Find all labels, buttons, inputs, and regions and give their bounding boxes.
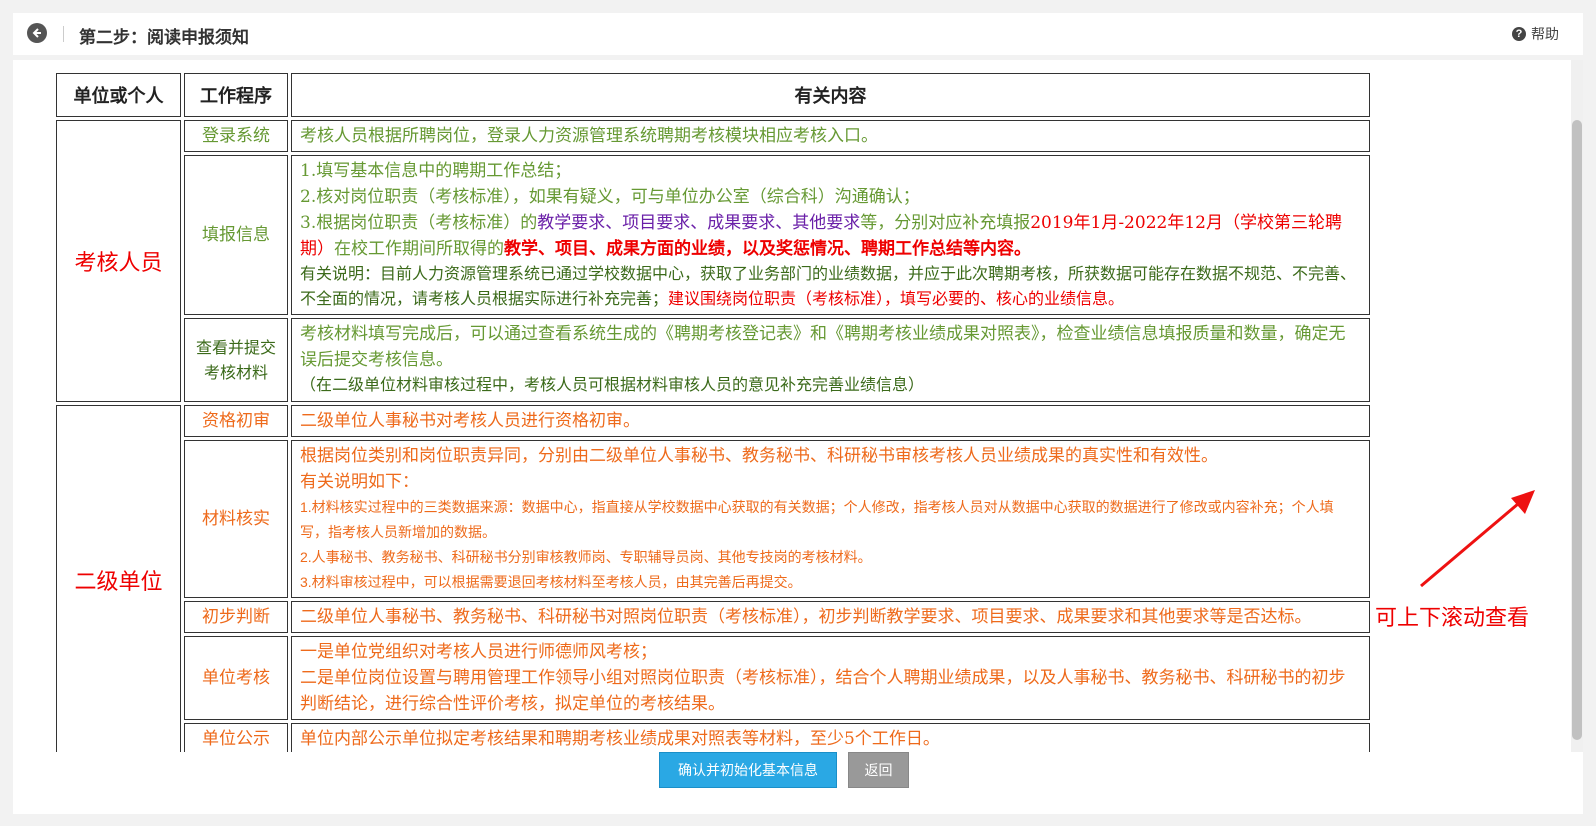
- content-cell: 一是单位党组织对考核人员进行师德师风考核； 二是单位岗位设置与聘用管理工作领导小…: [291, 636, 1370, 720]
- procedure-cell: 资格初审: [184, 405, 288, 437]
- content-cell: 二级单位人事秘书、教务秘书、科研秘书对照岗位职责（考核标准），初步判断教学要求、…: [291, 601, 1370, 633]
- group-label-unit: 二级单位: [56, 405, 181, 752]
- content-line: 3.材料审核过程中，可以根据需要退回考核材料至考核人员，由其完善后再提交。: [300, 574, 802, 590]
- table-header-row: 单位或个人 工作程序 有关内容: [56, 73, 1370, 117]
- question-circle-icon: ?: [1512, 27, 1526, 41]
- procedure-cell: 查看并提交考核材料: [184, 318, 288, 402]
- content-line: 1.填写基本信息中的聘期工作总结；: [300, 161, 572, 181]
- return-button[interactable]: 返回: [848, 752, 909, 788]
- highlight-span: 建议围绕岗位职责（考核标准），填写必要的、核心的业绩信息。: [668, 291, 1125, 308]
- column-header: 有关内容: [291, 73, 1370, 117]
- scroll-hint-annotation: 可上下滚动查看: [1375, 605, 1530, 630]
- highlight-span: 教学要求、项目要求、成果要求、其他要求: [537, 213, 861, 233]
- content-line: 2.核对岗位职责（考核标准），如果有疑义，可与单位办公室（综合科）沟通确认；: [300, 187, 920, 207]
- content-cell: 二级单位人事秘书对考核人员进行资格初审。: [291, 405, 1370, 437]
- content-cell: 1.填写基本信息中的聘期工作总结； 2.核对岗位职责（考核标准），如果有疑义，可…: [291, 155, 1370, 315]
- footer-bar: 确认并初始化基本信息 返回: [13, 752, 1583, 814]
- table-row: 考核人员 登录系统 考核人员根据所聘岗位，登录人力资源管理系统聘期考核模块相应考…: [56, 120, 1370, 402]
- content-line: 2.人事秘书、教务秘书、科研秘书分别审核教师岗、专职辅导员岗、其他专技岗的考核材…: [300, 549, 872, 565]
- procedure-cell: 填报信息: [184, 155, 288, 315]
- vertical-scrollbar[interactable]: [1571, 60, 1583, 752]
- table-row: 材料核实 根据岗位类别和岗位职责异同，分别由二级单位人事秘书、教务秘书、科研秘书…: [56, 440, 1370, 598]
- content-line: 一是单位党组织对考核人员进行师德师风考核；: [300, 642, 657, 662]
- content-note: （在二级单位材料审核过程中，考核人员可根据材料审核人员的意见补充完善业绩信息）: [300, 377, 925, 394]
- content-line: 3.根据岗位职责（考核标准）的教学要求、项目要求、成果要求、其他要求等，分别对应…: [300, 210, 1361, 262]
- page-title: 第二步：阅读申报须知: [79, 28, 249, 47]
- procedure-cell: 登录系统: [184, 120, 288, 152]
- highlight-span: 教学、项目、成果方面的业绩，以及奖惩情况、聘期工作总结等内容。: [504, 239, 1031, 259]
- content-line: 二是单位岗位设置与聘用管理工作领导小组对照岗位职责（考核标准），结合个人聘期业绩…: [300, 668, 1346, 714]
- group-label-examinee: 考核人员: [56, 120, 181, 402]
- text-span: 等，分别对应补充填报: [860, 213, 1031, 233]
- text-span: 3.根据岗位职责（考核标准）的: [300, 213, 538, 233]
- content-note: 有关说明：目前人力资源管理系统已通过学校数据中心，获取了业务部门的业绩数据，并应…: [300, 262, 1361, 312]
- notice-scroll-area[interactable]: 单位或个人 工作程序 有关内容 考核人员 登录系统 考核人员根据所聘岗位，登录人…: [13, 60, 1573, 752]
- table-row: 初步判断 二级单位人事秘书、教务秘书、科研秘书对照岗位职责（考核标准），初步判断…: [56, 601, 1370, 633]
- content-line: 考核材料填写完成后，可以通过查看系统生成的《聘期考核登记表》和《聘期考核业绩成果…: [300, 324, 1346, 370]
- table-row: 二级单位 资格初审 二级单位人事秘书对考核人员进行资格初审。: [56, 405, 1370, 752]
- procedure-cell: 单位考核: [184, 636, 288, 720]
- header-divider: [63, 26, 64, 42]
- content-cell: 考核人员根据所聘岗位，登录人力资源管理系统聘期考核模块相应考核入口。: [291, 120, 1370, 152]
- procedure-cell: 材料核实: [184, 440, 288, 598]
- content-cell: 单位内部公示单位拟定考核结果和聘期考核业绩成果对照表等材料，至少5个工作日。: [291, 723, 1370, 752]
- table-row: 查看并提交考核材料 考核材料填写完成后，可以通过查看系统生成的《聘期考核登记表》…: [56, 318, 1370, 402]
- column-header: 工作程序: [184, 73, 288, 117]
- notice-table: 单位或个人 工作程序 有关内容 考核人员 登录系统 考核人员根据所聘岗位，登录人…: [53, 70, 1373, 752]
- procedure-cell: 初步判断: [184, 601, 288, 633]
- help-link[interactable]: ? 帮助: [1512, 24, 1559, 44]
- procedure-cell: 单位公示: [184, 723, 288, 752]
- text-span: 在校工作期间所取得的: [334, 239, 504, 259]
- content-line: 根据岗位类别和岗位职责异同，分别由二级单位人事秘书、教务秘书、科研秘书审核考核人…: [300, 446, 1218, 466]
- scrollbar-thumb[interactable]: [1572, 120, 1582, 740]
- table-row: 单位公示 单位内部公示单位拟定考核结果和聘期考核业绩成果对照表等材料，至少5个工…: [56, 723, 1370, 752]
- header-bar: 第二步：阅读申报须知 ? 帮助: [13, 13, 1583, 55]
- column-header: 单位或个人: [56, 73, 181, 117]
- table-row: 单位考核 一是单位党组织对考核人员进行师德师风考核； 二是单位岗位设置与聘用管理…: [56, 636, 1370, 720]
- confirm-init-button[interactable]: 确认并初始化基本信息: [659, 752, 837, 788]
- help-label: 帮助: [1531, 26, 1559, 42]
- content-line: 1.材料核实过程中的三类数据来源：数据中心，指直接从学校数据中心获取的有关数据；…: [300, 499, 1334, 540]
- content-cell: 根据岗位类别和岗位职责异同，分别由二级单位人事秘书、教务秘书、科研秘书审核考核人…: [291, 440, 1370, 598]
- back-arrow-icon[interactable]: [27, 23, 47, 43]
- notice-content-panel: 单位或个人 工作程序 有关内容 考核人员 登录系统 考核人员根据所聘岗位，登录人…: [13, 60, 1583, 752]
- content-line: 有关说明如下：: [300, 472, 419, 492]
- content-cell: 考核材料填写完成后，可以通过查看系统生成的《聘期考核登记表》和《聘期考核业绩成果…: [291, 318, 1370, 402]
- red-arrow-icon: [1420, 490, 1535, 588]
- table-row: 填报信息 1.填写基本信息中的聘期工作总结； 2.核对岗位职责（考核标准），如果…: [56, 155, 1370, 315]
